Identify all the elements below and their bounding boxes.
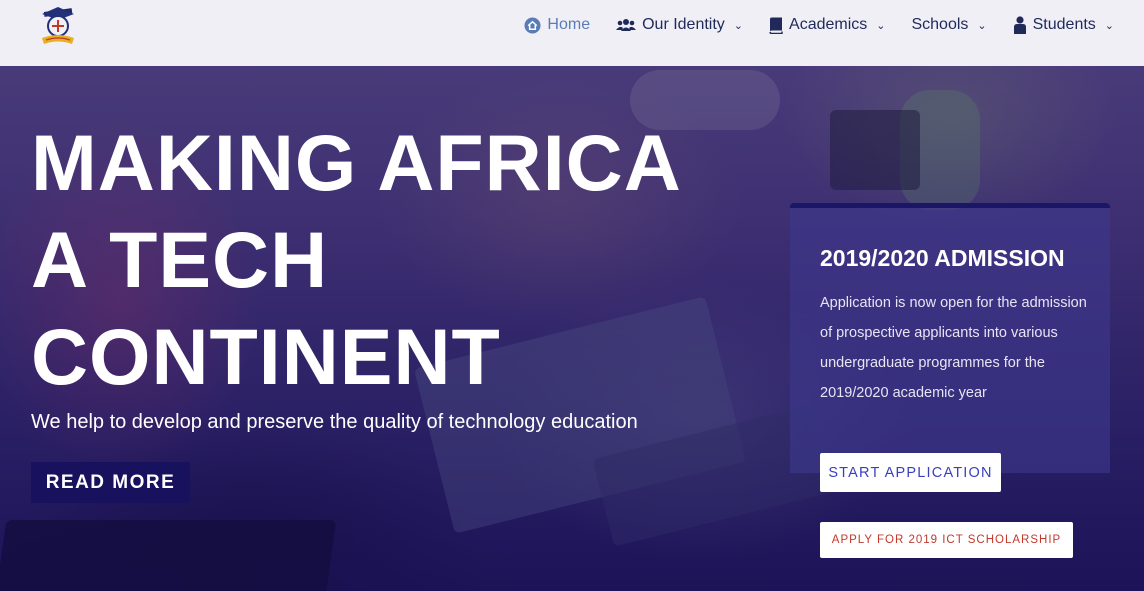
book-icon xyxy=(769,17,783,34)
chevron-down-icon: ⌄ xyxy=(876,19,886,32)
home-icon xyxy=(524,16,541,34)
admission-card: 2019/2020 ADMISSION Application is now o… xyxy=(790,203,1110,473)
chevron-down-icon: ⌄ xyxy=(977,19,987,32)
nav-label-home: Home xyxy=(547,16,591,33)
hero-headline-line: CONTINENT xyxy=(31,312,501,401)
chevron-down-icon: ⌄ xyxy=(1104,19,1114,32)
hero-headline-line: MAKING AFRICA xyxy=(31,118,682,207)
navbar: Home Our Identity ⌄ Academics ⌄ Schools … xyxy=(0,0,1144,66)
ict-scholarship-button[interactable]: APPLY FOR 2019 ICT SCHOLARSHIP xyxy=(820,522,1073,558)
chevron-down-icon: ⌄ xyxy=(733,19,744,32)
nav-item-our-identity[interactable]: Our Identity ⌄ xyxy=(616,16,743,34)
hero-headline: MAKING AFRICA A TECH CONTINENT xyxy=(31,114,751,405)
nav-label-schools: Schools xyxy=(911,16,969,33)
nav-label-our-identity: Our Identity xyxy=(642,16,725,33)
nav-item-home[interactable]: Home xyxy=(524,16,590,34)
main-nav: Home Our Identity ⌄ Academics ⌄ Schools … xyxy=(524,0,1114,50)
student-icon xyxy=(1013,16,1027,34)
start-application-button[interactable]: START APPLICATION xyxy=(820,453,1001,492)
nav-item-schools[interactable]: Schools ⌄ xyxy=(911,16,986,34)
admission-title: 2019/2020 ADMISSION xyxy=(820,245,1065,271)
nav-label-academics: Academics xyxy=(789,16,868,33)
nav-label-students: Students xyxy=(1032,16,1096,33)
read-more-button[interactable]: READ MORE xyxy=(31,462,190,503)
hero-tagline: We help to develop and preserve the qual… xyxy=(31,411,638,433)
admission-text: Application is now open for the admissio… xyxy=(820,295,1087,401)
nav-item-students[interactable]: Students ⌄ xyxy=(1013,16,1114,34)
users-icon xyxy=(616,17,637,33)
hero-headline-line: A TECH xyxy=(31,215,329,304)
school-logo[interactable] xyxy=(36,4,80,48)
nav-item-academics[interactable]: Academics ⌄ xyxy=(769,16,885,34)
